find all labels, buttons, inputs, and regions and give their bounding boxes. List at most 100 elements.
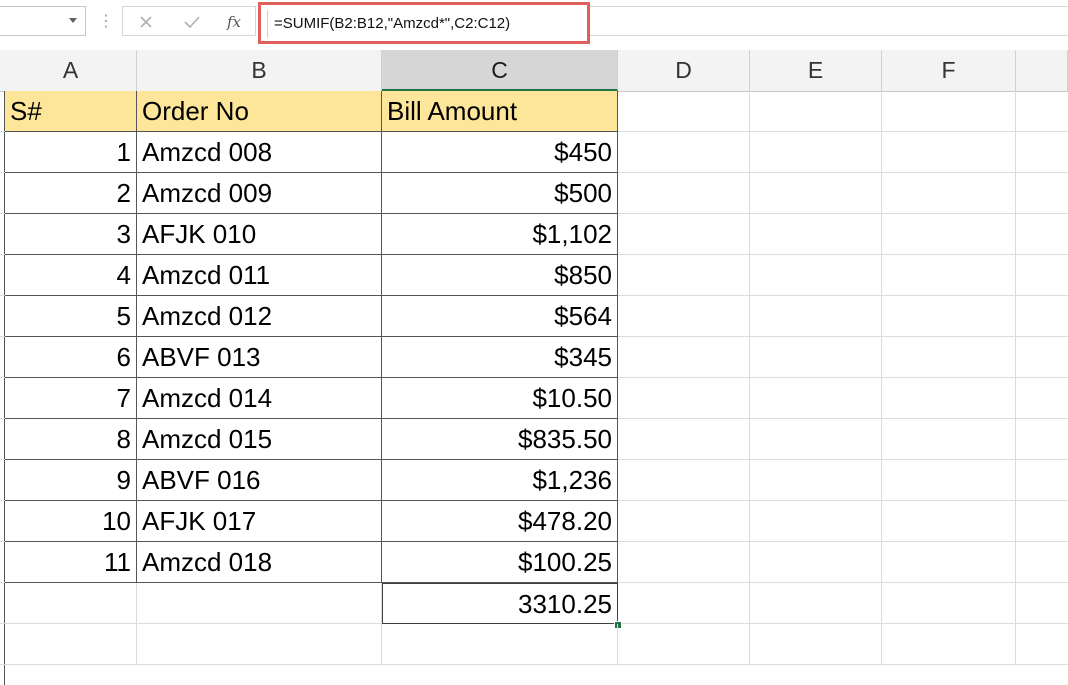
insert-function-icon[interactable]: fx bbox=[223, 11, 245, 33]
empty-cell[interactable] bbox=[750, 132, 882, 173]
empty-cell[interactable] bbox=[882, 337, 1016, 378]
cell-sn[interactable]: 2 bbox=[5, 173, 137, 214]
column-header-f[interactable]: F bbox=[882, 50, 1016, 91]
empty-cell[interactable] bbox=[137, 624, 382, 665]
empty-cell[interactable] bbox=[750, 255, 882, 296]
cell-sn[interactable]: 11 bbox=[5, 542, 137, 583]
empty-cell[interactable] bbox=[882, 132, 1016, 173]
empty-cell[interactable] bbox=[618, 296, 750, 337]
cell-sn[interactable]: 5 bbox=[5, 296, 137, 337]
cell-sn[interactable]: 6 bbox=[5, 337, 137, 378]
empty-cell[interactable] bbox=[618, 501, 750, 542]
empty-cell[interactable] bbox=[5, 583, 137, 624]
empty-cell[interactable] bbox=[750, 419, 882, 460]
chevron-down-icon[interactable] bbox=[69, 18, 77, 23]
column-header-b[interactable]: B bbox=[137, 50, 382, 91]
empty-cell[interactable] bbox=[882, 173, 1016, 214]
name-box[interactable] bbox=[0, 6, 86, 36]
empty-cell[interactable] bbox=[618, 419, 750, 460]
empty-cell[interactable] bbox=[618, 624, 750, 665]
cell-sn[interactable]: 7 bbox=[5, 378, 137, 419]
empty-cell[interactable] bbox=[618, 91, 750, 132]
cell-order-no[interactable]: AFJK 017 bbox=[137, 501, 382, 542]
cell-sn[interactable]: 8 bbox=[5, 419, 137, 460]
cell-sn[interactable]: 3 bbox=[5, 214, 137, 255]
enter-check-icon[interactable] bbox=[181, 11, 203, 33]
cell-order-no[interactable]: Amzcd 012 bbox=[137, 296, 382, 337]
empty-cell[interactable] bbox=[618, 132, 750, 173]
cell-bill-amount[interactable]: $100.25 bbox=[382, 542, 618, 583]
empty-cell[interactable] bbox=[750, 337, 882, 378]
empty-cell[interactable] bbox=[882, 214, 1016, 255]
empty-cell[interactable] bbox=[750, 460, 882, 501]
total-row: 3310.25 bbox=[0, 583, 1068, 624]
cell-order-no[interactable]: ABVF 016 bbox=[137, 460, 382, 501]
empty-cell[interactable] bbox=[750, 583, 882, 624]
empty-cell[interactable] bbox=[618, 255, 750, 296]
cell-order-no[interactable]: Amzcd 009 bbox=[137, 173, 382, 214]
empty-cell[interactable] bbox=[750, 296, 882, 337]
cell-order-no[interactable]: ABVF 013 bbox=[137, 337, 382, 378]
empty-cell[interactable] bbox=[882, 542, 1016, 583]
empty-cell[interactable] bbox=[618, 542, 750, 583]
cell-order-no[interactable]: Amzcd 018 bbox=[137, 542, 382, 583]
cell-bill-amount[interactable]: $478.20 bbox=[382, 501, 618, 542]
empty-cell[interactable] bbox=[882, 296, 1016, 337]
formula-input-extension[interactable] bbox=[590, 6, 1068, 36]
empty-cell[interactable] bbox=[882, 378, 1016, 419]
empty-cell[interactable] bbox=[750, 542, 882, 583]
column-header-d[interactable]: D bbox=[618, 50, 750, 91]
empty-cell[interactable] bbox=[618, 460, 750, 501]
empty-cell[interactable] bbox=[618, 583, 750, 624]
empty-cell[interactable] bbox=[618, 378, 750, 419]
header-cell-order-no[interactable]: Order No bbox=[137, 91, 382, 132]
empty-cell[interactable] bbox=[882, 501, 1016, 542]
header-cell-sn[interactable]: S# bbox=[5, 91, 137, 132]
cell-order-no[interactable]: Amzcd 014 bbox=[137, 378, 382, 419]
cell-bill-amount[interactable]: $835.50 bbox=[382, 419, 618, 460]
cell-sn[interactable]: 10 bbox=[5, 501, 137, 542]
cell-bill-amount[interactable]: $564 bbox=[382, 296, 618, 337]
column-header-e[interactable]: E bbox=[750, 50, 882, 91]
column-header-g[interactable] bbox=[1016, 50, 1068, 91]
cell-order-no[interactable]: Amzcd 011 bbox=[137, 255, 382, 296]
column-header-a[interactable]: A bbox=[5, 50, 137, 91]
empty-cell[interactable] bbox=[137, 583, 382, 624]
formula-input[interactable]: =SUMIF(B2:B12,"Amzcd*",C2:C12) bbox=[267, 10, 577, 38]
cancel-icon[interactable] bbox=[135, 11, 157, 33]
cell-sn[interactable]: 4 bbox=[5, 255, 137, 296]
empty-cell[interactable] bbox=[882, 419, 1016, 460]
empty-cell[interactable] bbox=[882, 460, 1016, 501]
empty-cell[interactable] bbox=[618, 214, 750, 255]
empty-cell[interactable] bbox=[5, 624, 137, 665]
empty-cell[interactable] bbox=[382, 624, 618, 665]
cell-order-no[interactable]: AFJK 010 bbox=[137, 214, 382, 255]
empty-cell[interactable] bbox=[618, 173, 750, 214]
empty-cell[interactable] bbox=[750, 378, 882, 419]
cell-sn[interactable]: 9 bbox=[5, 460, 137, 501]
cell-order-no[interactable]: Amzcd 008 bbox=[137, 132, 382, 173]
cell-bill-amount[interactable]: $1,102 bbox=[382, 214, 618, 255]
cell-bill-amount[interactable]: $850 bbox=[382, 255, 618, 296]
cell-bill-amount[interactable]: $10.50 bbox=[382, 378, 618, 419]
sumif-result-cell[interactable]: 3310.25 bbox=[382, 583, 618, 624]
empty-cell[interactable] bbox=[882, 624, 1016, 665]
cell-bill-amount[interactable]: $345 bbox=[382, 337, 618, 378]
cell-sn[interactable]: 1 bbox=[5, 132, 137, 173]
cell-bill-amount[interactable]: $500 bbox=[382, 173, 618, 214]
drag-handle-icon[interactable]: ⋮ bbox=[98, 12, 114, 32]
header-cell-bill-amount[interactable]: Bill Amount bbox=[382, 91, 618, 132]
empty-cell[interactable] bbox=[882, 583, 1016, 624]
cell-bill-amount[interactable]: $1,236 bbox=[382, 460, 618, 501]
empty-cell[interactable] bbox=[750, 91, 882, 132]
empty-cell[interactable] bbox=[750, 501, 882, 542]
empty-cell[interactable] bbox=[618, 337, 750, 378]
empty-cell[interactable] bbox=[750, 624, 882, 665]
empty-cell[interactable] bbox=[750, 214, 882, 255]
empty-cell[interactable] bbox=[882, 91, 1016, 132]
empty-cell[interactable] bbox=[750, 173, 882, 214]
empty-cell[interactable] bbox=[882, 255, 1016, 296]
column-header-c[interactable]: C bbox=[382, 50, 618, 91]
cell-order-no[interactable]: Amzcd 015 bbox=[137, 419, 382, 460]
cell-bill-amount[interactable]: $450 bbox=[382, 132, 618, 173]
